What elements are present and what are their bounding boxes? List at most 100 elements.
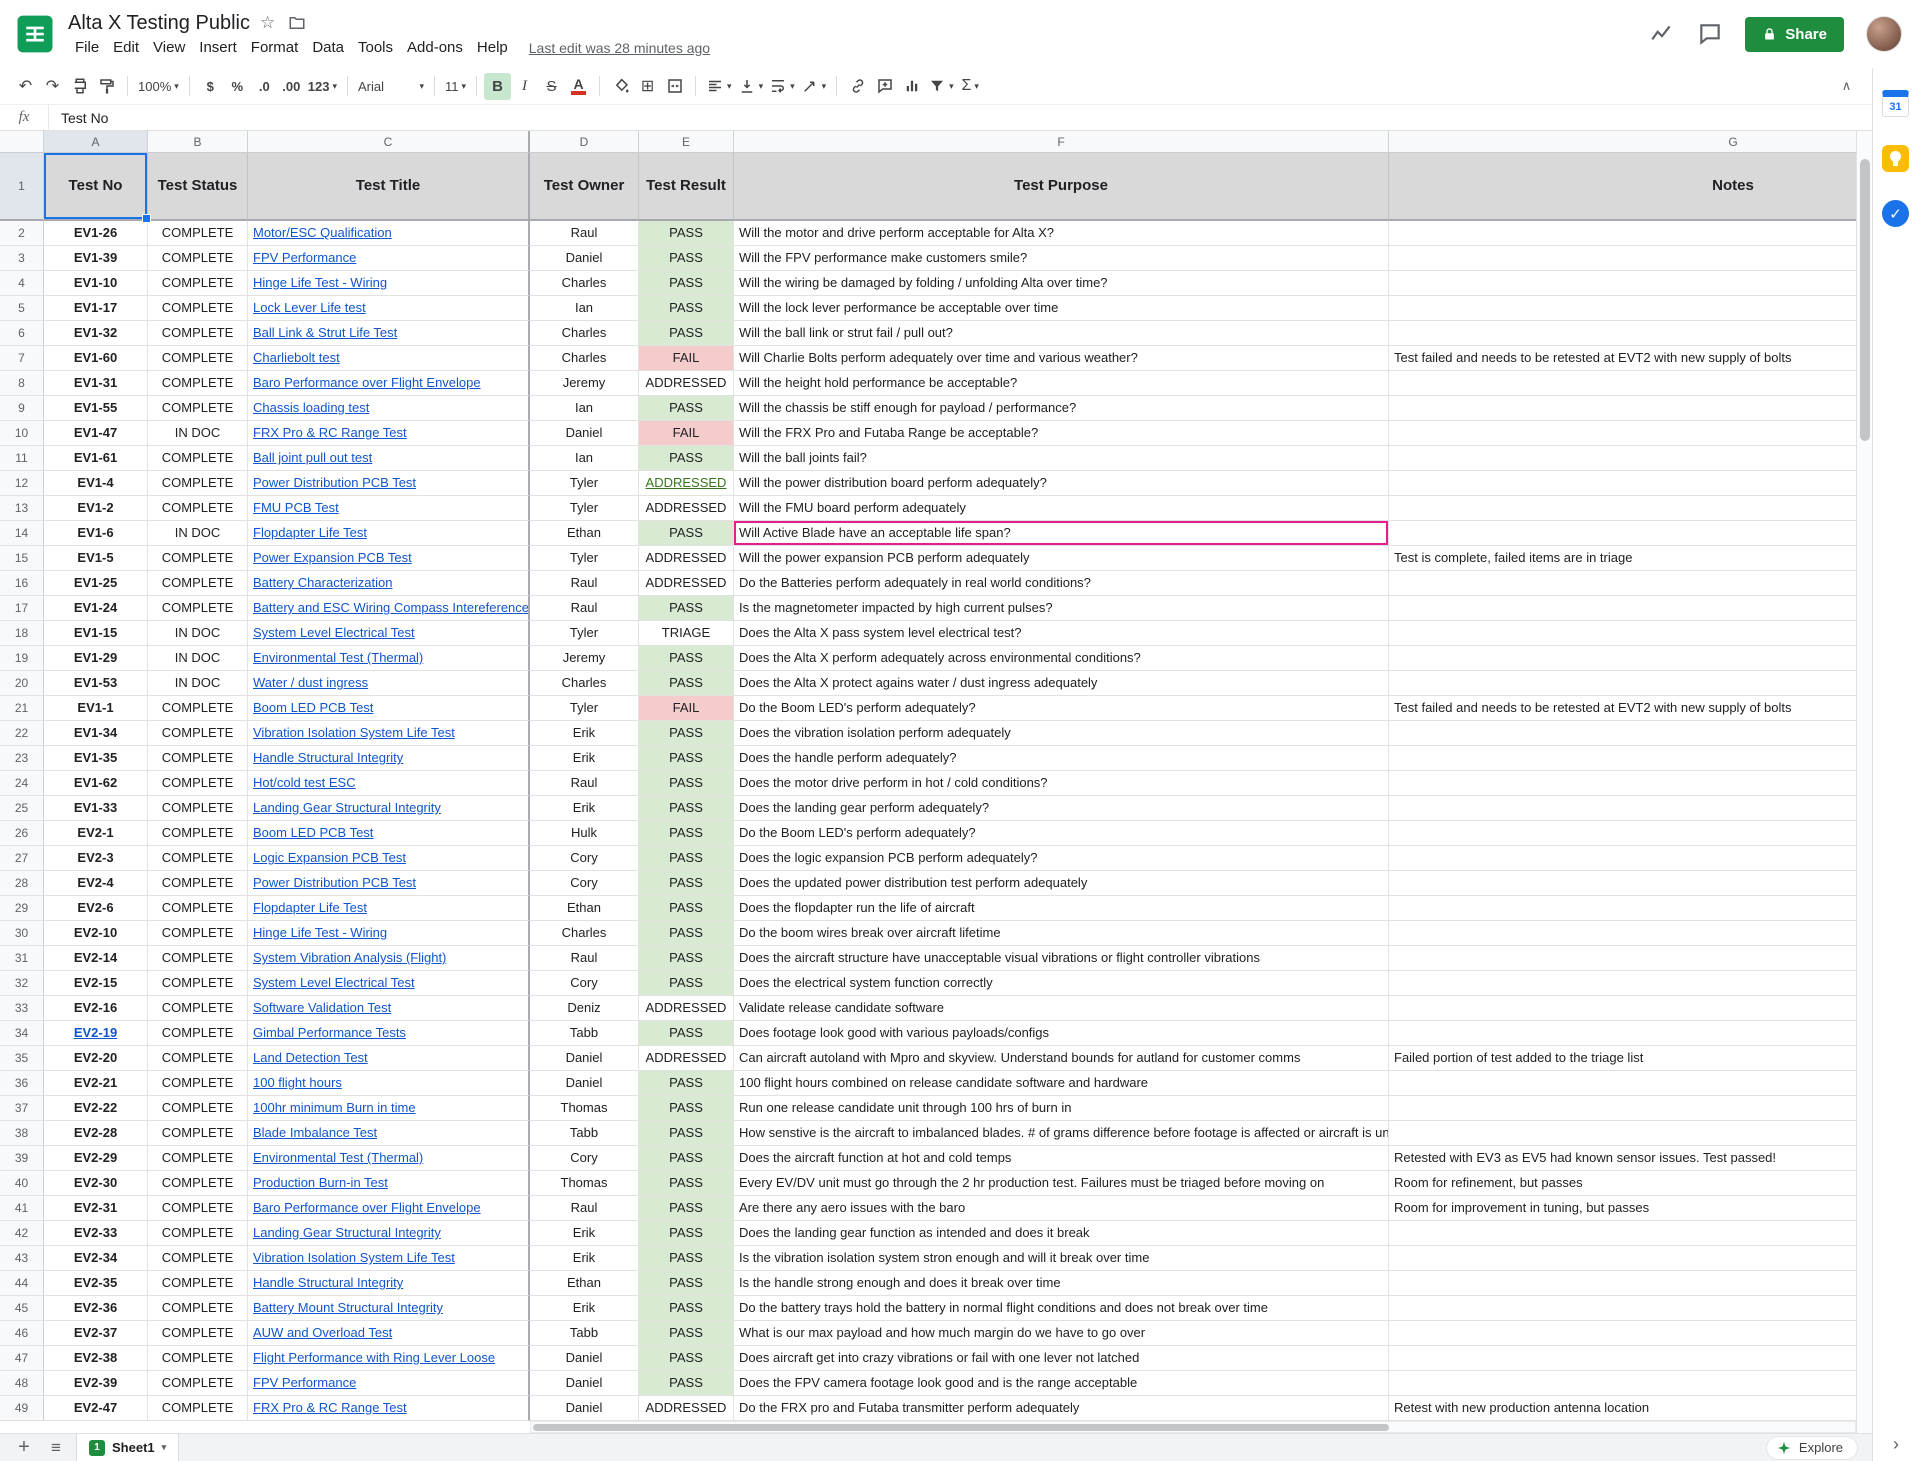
cell-test-title[interactable]: Environmental Test (Thermal) bbox=[248, 1146, 530, 1171]
cell-notes[interactable] bbox=[1389, 296, 1856, 321]
cell-test-title[interactable]: Flight Performance with Ring Lever Loose bbox=[248, 1346, 530, 1371]
row-number[interactable]: 6 bbox=[0, 321, 44, 346]
cell-test-status[interactable]: COMPLETE bbox=[148, 921, 248, 946]
cell-test-title[interactable]: Blade Imbalance Test bbox=[248, 1121, 530, 1146]
cell-test-status[interactable]: COMPLETE bbox=[148, 596, 248, 621]
cell-test-purpose[interactable]: What is our max payload and how much mar… bbox=[734, 1321, 1389, 1346]
cell-test-purpose[interactable]: Every EV/DV unit must go through the 2 h… bbox=[734, 1171, 1389, 1196]
row-number[interactable]: 36 bbox=[0, 1071, 44, 1096]
cell-test-purpose[interactable]: Does the landing gear perform adequately… bbox=[734, 796, 1389, 821]
cell-test-title[interactable]: FRX Pro & RC Range Test bbox=[248, 421, 530, 446]
cell-test-no[interactable]: EV2-33 bbox=[44, 1221, 148, 1246]
cell-test-no[interactable]: EV1-53 bbox=[44, 671, 148, 696]
cell-test-owner[interactable]: Raul bbox=[530, 771, 639, 796]
cell-test-no[interactable]: EV2-3 bbox=[44, 846, 148, 871]
insert-chart-button[interactable] bbox=[898, 73, 925, 100]
row-number[interactable]: 2 bbox=[0, 221, 44, 246]
cell-test-status[interactable]: COMPLETE bbox=[148, 1346, 248, 1371]
cell-test-status[interactable]: COMPLETE bbox=[148, 696, 248, 721]
cell-notes[interactable] bbox=[1389, 646, 1856, 671]
cell-test-status[interactable]: COMPLETE bbox=[148, 1246, 248, 1271]
cell-test-no[interactable]: EV1-61 bbox=[44, 446, 148, 471]
cell-test-no[interactable]: EV2-28 bbox=[44, 1121, 148, 1146]
cell-test-status[interactable]: COMPLETE bbox=[148, 1071, 248, 1096]
menu-view[interactable]: View bbox=[146, 38, 192, 57]
cell-notes[interactable]: Room for refinement, but passes bbox=[1389, 1171, 1856, 1196]
row-number[interactable]: 41 bbox=[0, 1196, 44, 1221]
share-button[interactable]: Share bbox=[1745, 17, 1844, 52]
cell-notes[interactable]: Test failed and needs to be retested at … bbox=[1389, 346, 1856, 371]
all-sheets-button[interactable]: ≡ bbox=[40, 1434, 72, 1461]
cell-test-owner[interactable]: Tyler bbox=[530, 546, 639, 571]
print-icon[interactable] bbox=[66, 73, 93, 100]
row-number[interactable]: 23 bbox=[0, 746, 44, 771]
hide-side-panel-icon[interactable]: › bbox=[1873, 1434, 1918, 1455]
cell-test-result[interactable]: PASS bbox=[639, 271, 734, 296]
cell-test-title[interactable]: System Level Electrical Test bbox=[248, 971, 530, 996]
cell-test-no[interactable]: EV1-31 bbox=[44, 371, 148, 396]
cell-test-purpose[interactable]: Does footage look good with various payl… bbox=[734, 1021, 1389, 1046]
cell-test-purpose[interactable]: Will the motor and drive perform accepta… bbox=[734, 221, 1389, 246]
cell-test-result[interactable]: PASS bbox=[639, 596, 734, 621]
menu-addons[interactable]: Add-ons bbox=[400, 38, 470, 57]
text-wrap-button[interactable]: ▾ bbox=[766, 73, 798, 100]
row-number[interactable]: 5 bbox=[0, 296, 44, 321]
cell-test-status[interactable]: COMPLETE bbox=[148, 1321, 248, 1346]
cell-test-title[interactable]: Environmental Test (Thermal) bbox=[248, 646, 530, 671]
cell-notes[interactable] bbox=[1389, 1071, 1856, 1096]
header-test-result[interactable]: Test Result bbox=[639, 153, 734, 221]
increase-decimals-button[interactable]: .00 bbox=[278, 73, 305, 100]
cell-test-owner[interactable]: Ethan bbox=[530, 896, 639, 921]
cell-test-title[interactable]: Hinge Life Test - Wiring bbox=[248, 271, 530, 296]
cell-test-title[interactable]: Boom LED PCB Test bbox=[248, 696, 530, 721]
zoom-select[interactable]: 100%▾ bbox=[135, 73, 182, 100]
cell-test-status[interactable]: COMPLETE bbox=[148, 246, 248, 271]
cell-test-title[interactable]: Ball Link & Strut Life Test bbox=[248, 321, 530, 346]
cell-test-no[interactable]: EV2-16 bbox=[44, 996, 148, 1021]
menu-format[interactable]: Format bbox=[244, 38, 306, 57]
cell-test-owner[interactable]: Erik bbox=[530, 1221, 639, 1246]
cell-test-purpose[interactable]: Will the height hold performance be acce… bbox=[734, 371, 1389, 396]
cell-test-no[interactable]: EV2-6 bbox=[44, 896, 148, 921]
cell-test-title[interactable]: Vibration Isolation System Life Test bbox=[248, 1246, 530, 1271]
cell-test-owner[interactable]: Raul bbox=[530, 596, 639, 621]
cell-test-title[interactable]: Power Distribution PCB Test bbox=[248, 871, 530, 896]
cell-test-owner[interactable]: Tabb bbox=[530, 1021, 639, 1046]
cell-test-status[interactable]: COMPLETE bbox=[148, 1021, 248, 1046]
cell-test-result[interactable]: PASS bbox=[639, 446, 734, 471]
cell-test-purpose[interactable]: Do the FRX pro and Futaba transmitter pe… bbox=[734, 1396, 1389, 1421]
row-number[interactable]: 48 bbox=[0, 1371, 44, 1396]
cell-notes[interactable]: Test failed and needs to be retested at … bbox=[1389, 696, 1856, 721]
cell-test-purpose[interactable]: 100 flight hours combined on release can… bbox=[734, 1071, 1389, 1096]
row-number[interactable]: 25 bbox=[0, 796, 44, 821]
row-number[interactable]: 43 bbox=[0, 1246, 44, 1271]
cell-test-result[interactable]: FAIL bbox=[639, 696, 734, 721]
cell-test-owner[interactable]: Charles bbox=[530, 671, 639, 696]
cell-notes[interactable] bbox=[1389, 1321, 1856, 1346]
row-number[interactable]: 22 bbox=[0, 721, 44, 746]
cell-test-owner[interactable]: Jeremy bbox=[530, 371, 639, 396]
row-number[interactable]: 46 bbox=[0, 1321, 44, 1346]
cell-test-purpose[interactable]: Do the Boom LED's perform adequately? bbox=[734, 821, 1389, 846]
cell-test-no[interactable]: EV1-5 bbox=[44, 546, 148, 571]
row-number[interactable]: 28 bbox=[0, 871, 44, 896]
cell-test-purpose[interactable]: Do the boom wires break over aircraft li… bbox=[734, 921, 1389, 946]
cell-test-result[interactable]: PASS bbox=[639, 1296, 734, 1321]
cell-test-result[interactable]: PASS bbox=[639, 246, 734, 271]
cell-test-owner[interactable]: Ethan bbox=[530, 521, 639, 546]
cell-notes[interactable] bbox=[1389, 1221, 1856, 1246]
row-number[interactable]: 3 bbox=[0, 246, 44, 271]
cell-test-result[interactable]: ADDRESSED bbox=[639, 996, 734, 1021]
cell-test-no[interactable]: EV1-32 bbox=[44, 321, 148, 346]
cell-test-owner[interactable]: Tyler bbox=[530, 471, 639, 496]
cell-notes[interactable] bbox=[1389, 671, 1856, 696]
cell-test-purpose[interactable]: Will Active Blade have an acceptable lif… bbox=[734, 521, 1389, 546]
cell-test-purpose[interactable]: Does the logic expansion PCB perform ade… bbox=[734, 846, 1389, 871]
cell-test-result[interactable]: ADDRESSED bbox=[639, 496, 734, 521]
cell-test-no[interactable]: EV2-21 bbox=[44, 1071, 148, 1096]
cell-test-title[interactable]: Chassis loading test bbox=[248, 396, 530, 421]
cell-test-no[interactable]: EV2-29 bbox=[44, 1146, 148, 1171]
cell-test-no[interactable]: EV2-30 bbox=[44, 1171, 148, 1196]
cell-test-purpose[interactable]: Will the ball joints fail? bbox=[734, 446, 1389, 471]
cell-test-no[interactable]: EV1-25 bbox=[44, 571, 148, 596]
